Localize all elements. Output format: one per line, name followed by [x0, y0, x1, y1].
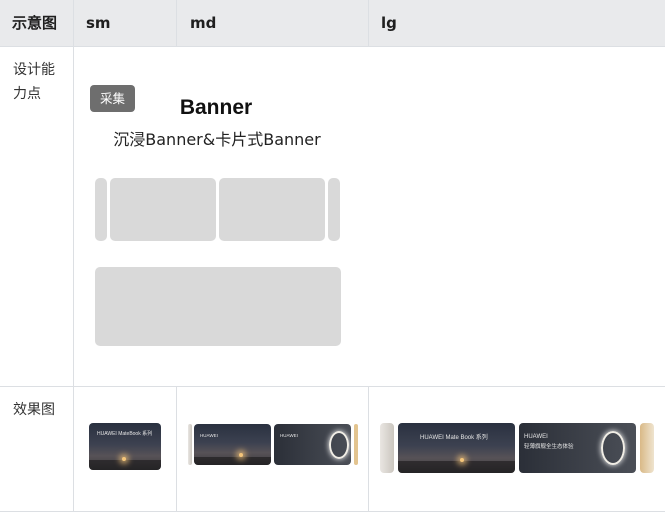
- column-divider: [176, 0, 177, 46]
- effect-lg-card-1: HUAWEI Mate Book 系列: [398, 423, 515, 473]
- effect-lg-peek-right: [640, 423, 654, 473]
- carousel-card: [219, 178, 325, 241]
- sunset-glow: [122, 457, 126, 461]
- effect-md-peek-left: [188, 424, 192, 465]
- column-divider: [73, 0, 74, 512]
- collect-tag[interactable]: 采集: [90, 85, 135, 112]
- row-label-design-points: 设计能 力点: [13, 58, 55, 106]
- effect-lg-card-2: HUAWEI 轻薄旗舰全生态体验: [519, 423, 636, 473]
- row-divider: [0, 46, 665, 47]
- banner-ground: [194, 457, 271, 465]
- header-cell-md: md: [190, 14, 217, 32]
- row-label-line: 设计能: [13, 62, 55, 78]
- banner-caption: 轻薄旗舰全生态体验: [524, 444, 574, 450]
- sunset-glow: [460, 458, 464, 462]
- effect-md-peek-right: [354, 424, 358, 465]
- header-cell-sm: sm: [86, 14, 111, 32]
- effect-sm-banner: HUAWEI MateBook 系列: [89, 423, 161, 470]
- banner-caption: HUAWEI: [200, 433, 218, 438]
- column-divider: [368, 386, 369, 512]
- immersive-banner-placeholder: [95, 267, 341, 346]
- sunset-glow: [239, 453, 243, 457]
- carousel-peek-left: [95, 178, 107, 241]
- carousel-peek-right: [328, 178, 340, 241]
- spec-table: 示意图 sm md lg 设计能 力点 效果图 采集 Banner 沉浸Bann…: [0, 0, 665, 512]
- banner-caption: HUAWEI Mate Book 系列: [420, 435, 488, 441]
- header-cell-lg: lg: [381, 14, 397, 32]
- banner-ground: [89, 460, 161, 470]
- ring-light: [329, 431, 349, 459]
- row-label-line: 力点: [13, 86, 41, 102]
- row-divider: [0, 386, 665, 387]
- ring-light: [601, 431, 625, 465]
- column-divider: [368, 0, 369, 46]
- banner-subtitle: 沉浸Banner&卡片式Banner: [113, 130, 321, 149]
- header-cell-diagram: 示意图: [12, 14, 58, 32]
- carousel-card: [110, 178, 216, 241]
- effect-lg-peek-left: [380, 423, 394, 473]
- row-label-effect: 效果图: [13, 402, 55, 418]
- column-divider: [176, 386, 177, 512]
- banner-ground: [398, 461, 515, 473]
- effect-md-card-1: HUAWEI: [194, 424, 271, 465]
- banner-caption: HUAWEI MateBook 系列: [97, 431, 153, 437]
- effect-md-card-2: HUAWEI: [274, 424, 351, 465]
- banner-caption: HUAWEI: [524, 434, 548, 440]
- banner-caption: HUAWEI: [280, 433, 298, 438]
- banner-title: Banner: [179, 96, 253, 119]
